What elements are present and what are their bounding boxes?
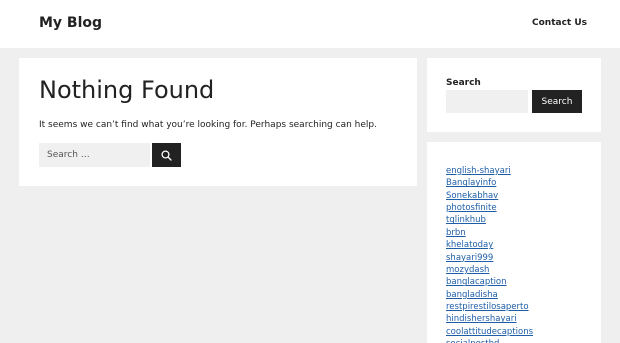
sidebar-link[interactable]: socialpostbd: [446, 339, 499, 343]
links-list: english-shayari Banglayinfo Sonekabhav phot…: [446, 162, 533, 343]
list-item: coolattitudecaptions: [446, 323, 533, 337]
list-item: brbn: [446, 224, 533, 238]
main-content: Nothing Found It seems we can’t find wha…: [19, 58, 417, 186]
list-item: photosfinite: [446, 199, 533, 213]
list-item: restpirestilosaperto: [446, 298, 533, 312]
list-item: Sonekabhav: [446, 187, 533, 201]
list-item: tglinkhub: [446, 211, 533, 225]
search-button[interactable]: [152, 143, 181, 167]
search-widget: Search Search: [427, 58, 601, 132]
widget-search-input[interactable]: [446, 90, 528, 113]
site-header: My Blog Contact Us: [0, 0, 620, 48]
search-widget-title: Search: [446, 78, 481, 88]
list-item: khelatoday: [446, 236, 533, 250]
list-item: english-shayari: [446, 162, 533, 176]
widget-search-button[interactable]: Search: [532, 90, 582, 113]
page-message: It seems we can’t find what you’re looki…: [39, 120, 377, 130]
list-item: hindishershayari: [446, 310, 533, 324]
search-icon: [161, 149, 172, 161]
list-item: bangladisha: [446, 286, 533, 300]
nav-contact-us[interactable]: Contact Us: [532, 18, 587, 28]
search-input[interactable]: [39, 143, 150, 167]
links-widget: english-shayari Banglayinfo Sonekabhav phot…: [427, 142, 601, 343]
site-title[interactable]: My Blog: [39, 15, 102, 31]
page-title: Nothing Found: [39, 76, 215, 104]
list-item: Banglayinfo: [446, 174, 533, 188]
list-item: shayari999: [446, 249, 533, 263]
list-item: banglacaption: [446, 273, 533, 287]
